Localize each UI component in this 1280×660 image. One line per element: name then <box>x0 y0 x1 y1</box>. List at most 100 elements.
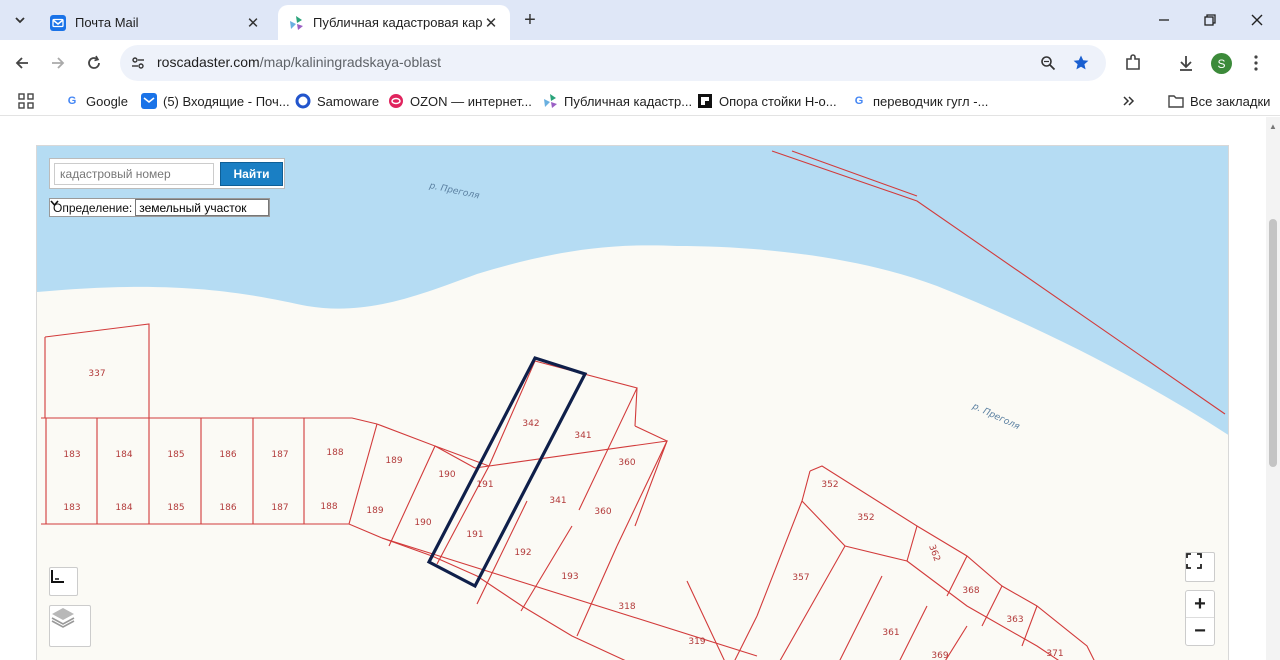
parcel-number-362: 362 <box>926 544 941 564</box>
minimize-button[interactable] <box>1141 0 1187 40</box>
cadastre-icon <box>288 15 304 31</box>
parcel-number-360: 360 <box>618 458 635 468</box>
browser-toolbar: roscadaster.com/map/kaliningradskaya-obl… <box>0 40 1280 86</box>
parcel-number-368: 368 <box>962 586 979 596</box>
chevron-down-icon <box>15 17 25 24</box>
fullscreen-icon <box>1186 553 1202 569</box>
parcel-number-189: 189 <box>366 506 383 516</box>
parcel-number-363: 363 <box>1006 615 1023 625</box>
river <box>37 146 1228 435</box>
avatar[interactable]: S <box>1211 53 1232 74</box>
tab-cadastre-map[interactable]: Публичная кадастровая карта ✕ <box>278 5 510 40</box>
new-tab-button[interactable]: + <box>519 9 541 31</box>
all-bookmarks[interactable]: Все закладки <box>1168 91 1270 111</box>
parcel-number-318: 318 <box>618 602 635 612</box>
parcel-number-342: 342 <box>522 419 539 429</box>
parcel-number-352: 352 <box>857 513 874 523</box>
bookmark-google[interactable]: G Google <box>64 91 128 111</box>
cadastral-map[interactable]: 337 183 183 184 184 185 185 186 186 187 187 188 188 1… <box>36 145 1229 660</box>
parcel-number-319: 319 <box>688 637 705 647</box>
reload-button[interactable] <box>79 48 109 78</box>
zoom-out-button[interactable]: − <box>1186 618 1214 645</box>
tab-search-button[interactable] <box>6 6 34 34</box>
apps-icon[interactable] <box>18 91 34 111</box>
search-button[interactable]: Найти <box>220 162 283 186</box>
bookmarks-overflow-button[interactable] <box>1122 91 1136 111</box>
map-canvas[interactable]: 337 183 183 184 184 185 185 186 186 187 187 188 188 1… <box>37 146 1229 660</box>
mail-icon <box>141 93 157 109</box>
river-label: р. Преголя <box>970 401 1022 432</box>
chevron-down-icon <box>50 200 59 207</box>
url-path: /map/kaliningradskaya-oblast <box>259 54 442 70</box>
tab-mail[interactable]: Почта Mail ✕ <box>40 5 272 40</box>
bookmark-label: OZON — интернет... <box>410 93 532 109</box>
parcel-number-361: 361 <box>882 628 899 638</box>
url-host: roscadaster.com <box>157 54 260 70</box>
more-menu-icon[interactable] <box>1245 52 1267 74</box>
definition-select[interactable]: земельный участок <box>50 199 269 216</box>
ruler-icon <box>51 570 64 583</box>
search-icon[interactable] <box>1038 53 1058 73</box>
back-button[interactable] <box>7 48 37 78</box>
star-icon[interactable] <box>1071 53 1091 73</box>
address-bar[interactable]: roscadaster.com/map/kaliningradskaya-obl… <box>120 45 1106 81</box>
download-icon[interactable] <box>1175 52 1197 74</box>
parcel-number-186: 186 <box>219 450 236 460</box>
bookmark-cadastre[interactable]: Публичная кадастр... <box>542 91 692 111</box>
bookmark-label: Публичная кадастр... <box>564 93 693 109</box>
minimize-icon <box>1159 19 1169 21</box>
samoware-icon <box>295 93 311 109</box>
parcel-number-337: 337 <box>88 369 105 379</box>
zoom-in-button[interactable]: + <box>1186 591 1214 619</box>
close-icon[interactable]: ✕ <box>244 14 262 32</box>
layers-button[interactable] <box>49 605 91 647</box>
layers-icon <box>51 608 75 628</box>
cadastral-search-panel: Найти <box>49 158 285 189</box>
parcel-number-183: 183 <box>63 503 80 513</box>
chevron-double-right-icon <box>1123 96 1135 106</box>
parcel-number-187: 187 <box>271 450 288 460</box>
ruler-button[interactable] <box>49 567 78 596</box>
page-content: 337 183 183 184 184 185 185 186 186 187 187 188 188 1… <box>0 117 1280 660</box>
close-icon[interactable]: ✕ <box>482 14 500 32</box>
reload-icon <box>88 55 100 69</box>
folder-icon <box>1168 93 1184 109</box>
bookmark-label: (5) Входящие - Поч... <box>163 93 290 109</box>
parcel-number-188: 188 <box>320 502 337 512</box>
tab-strip: Почта Mail ✕ Публичная кадастровая карта… <box>0 0 1280 40</box>
close-window-button[interactable] <box>1234 0 1280 40</box>
scrollbar-thumb[interactable] <box>1269 219 1277 467</box>
site-settings-icon[interactable] <box>128 53 148 73</box>
parcel-number-185: 185 <box>167 450 184 460</box>
parcel-number-191: 191 <box>476 480 493 490</box>
parcel-number-186: 186 <box>219 503 236 513</box>
parcel-number-185: 185 <box>167 503 184 513</box>
bookmark-ozon[interactable]: OZON — интернет... <box>388 91 532 111</box>
bookmark-inbox[interactable]: (5) Входящие - Поч... <box>141 91 290 111</box>
forward-button[interactable] <box>43 48 73 78</box>
restore-icon <box>1204 14 1216 26</box>
parcel-number-190: 190 <box>414 518 431 528</box>
close-icon <box>1251 14 1263 26</box>
parcel-number-357: 357 <box>792 573 809 583</box>
restore-button[interactable] <box>1187 0 1233 40</box>
extensions-icon[interactable] <box>1122 52 1144 74</box>
tab-title: Публичная кадастровая карта <box>313 15 482 30</box>
scrollbar[interactable]: ▲ <box>1266 117 1280 660</box>
bookmark-samoware[interactable]: Samoware <box>295 91 379 111</box>
definition-panel: Определение: земельный участок <box>49 198 270 217</box>
bookmark-translate[interactable]: G переводчик гугл -... <box>851 91 989 111</box>
parcel-number-184: 184 <box>115 450 132 460</box>
parcel-number-191: 191 <box>466 530 483 540</box>
mail-icon <box>50 14 66 31</box>
parcel-number-189: 189 <box>385 456 402 466</box>
parcel-number-360: 360 <box>594 507 611 517</box>
parcel-number-193: 193 <box>561 572 578 582</box>
bookmark-label: переводчик гугл -... <box>873 93 989 109</box>
fullscreen-button[interactable] <box>1185 552 1215 582</box>
scroll-up-arrow[interactable]: ▲ <box>1269 123 1277 131</box>
url-text: roscadaster.com/map/kaliningradskaya-obl… <box>157 54 441 70</box>
definition-label: Определение: <box>53 200 133 215</box>
bookmark-opora[interactable]: Опора стойки Н-о... <box>697 91 837 111</box>
cadastral-number-input[interactable] <box>54 163 214 185</box>
